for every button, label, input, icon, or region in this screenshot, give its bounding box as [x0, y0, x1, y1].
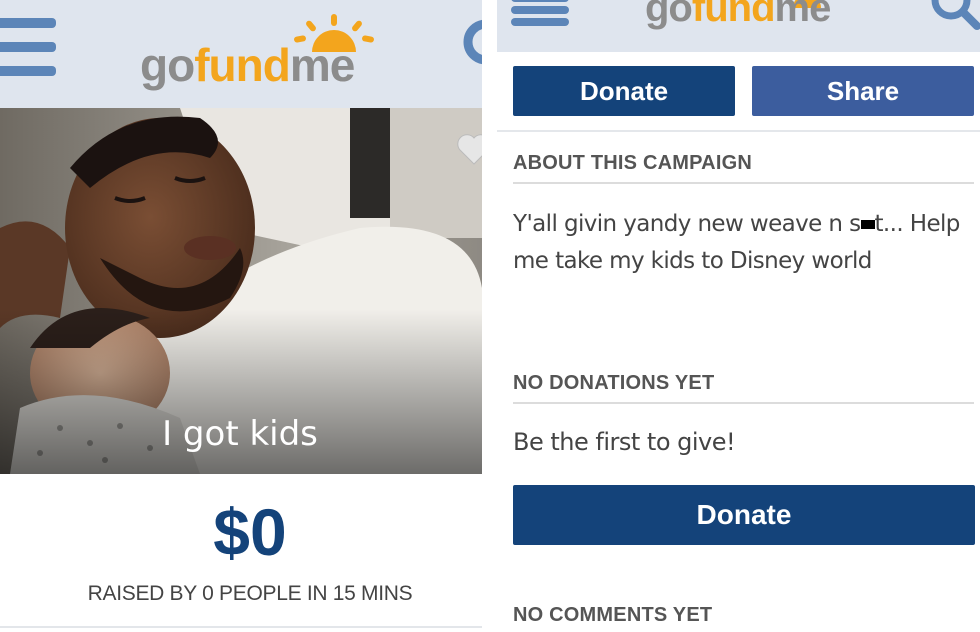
left-screen: gofundme I got kids $0 RAISED BY 0 PEOPL…	[0, 0, 482, 632]
section-divider	[513, 182, 974, 184]
comments-section-title: NO COMMENTS YET	[513, 604, 713, 626]
app-header: gofundme	[497, 0, 980, 52]
logo-fund-text: fund	[691, 0, 776, 30]
divider	[0, 626, 482, 628]
campaign-photo[interactable]: I got kids	[0, 108, 482, 474]
description-part-1: Y'all givin yandy new weave n s	[513, 211, 861, 237]
logo-go-text: go	[140, 39, 195, 91]
right-screen: gofundme Donate Share ABOUT THIS CAMPAIG…	[497, 0, 980, 632]
section-divider	[513, 402, 974, 404]
photo-caption: I got kids	[162, 414, 318, 454]
first-to-give-text: Be the first to give!	[513, 428, 736, 456]
gofundme-logo[interactable]: gofundme	[140, 38, 355, 92]
search-icon[interactable]	[456, 14, 482, 74]
about-section-title: ABOUT THIS CAMPAIGN	[513, 152, 752, 174]
logo-me-text: me	[289, 39, 355, 91]
gofundme-logo[interactable]: gofundme	[645, 0, 832, 31]
campaign-description: Y'all givin yandy new weave n s t... Help…	[513, 206, 977, 280]
hamburger-menu-icon[interactable]	[0, 18, 56, 76]
raised-summary: RAISED BY 0 PEOPLE IN 15 MINS	[87, 582, 413, 605]
donations-section-title: NO DONATIONS YET	[513, 372, 715, 394]
redaction-mark	[860, 220, 875, 229]
logo-fund-text: fund	[194, 39, 291, 91]
app-header: gofundme	[0, 0, 482, 108]
divider	[497, 130, 980, 132]
search-icon[interactable]	[925, 0, 980, 34]
heart-icon[interactable]	[454, 128, 482, 168]
share-button[interactable]: Share	[752, 66, 974, 116]
donate-button-bottom[interactable]: Donate	[513, 485, 975, 545]
donate-button[interactable]: Donate	[513, 66, 735, 116]
logo-me-text: me	[774, 0, 832, 30]
hamburger-menu-icon[interactable]	[511, 0, 569, 26]
amount-raised: $0	[213, 495, 287, 569]
logo-go-text: go	[645, 0, 693, 30]
screen-gap	[482, 0, 497, 632]
